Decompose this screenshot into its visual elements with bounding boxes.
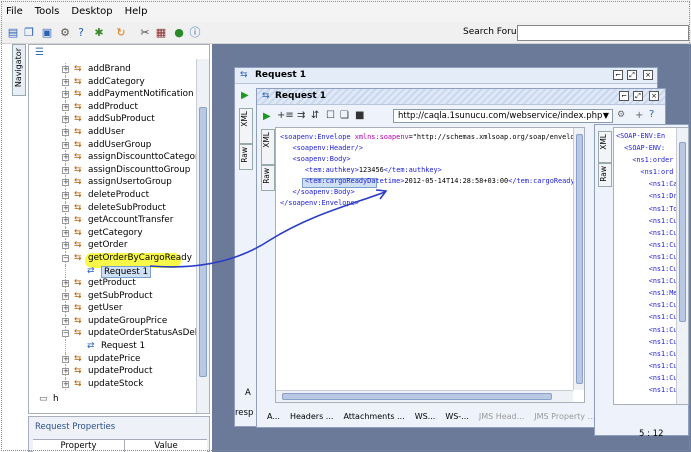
annotation-arrow	[149, 189, 388, 268]
arrow-path	[149, 191, 386, 268]
